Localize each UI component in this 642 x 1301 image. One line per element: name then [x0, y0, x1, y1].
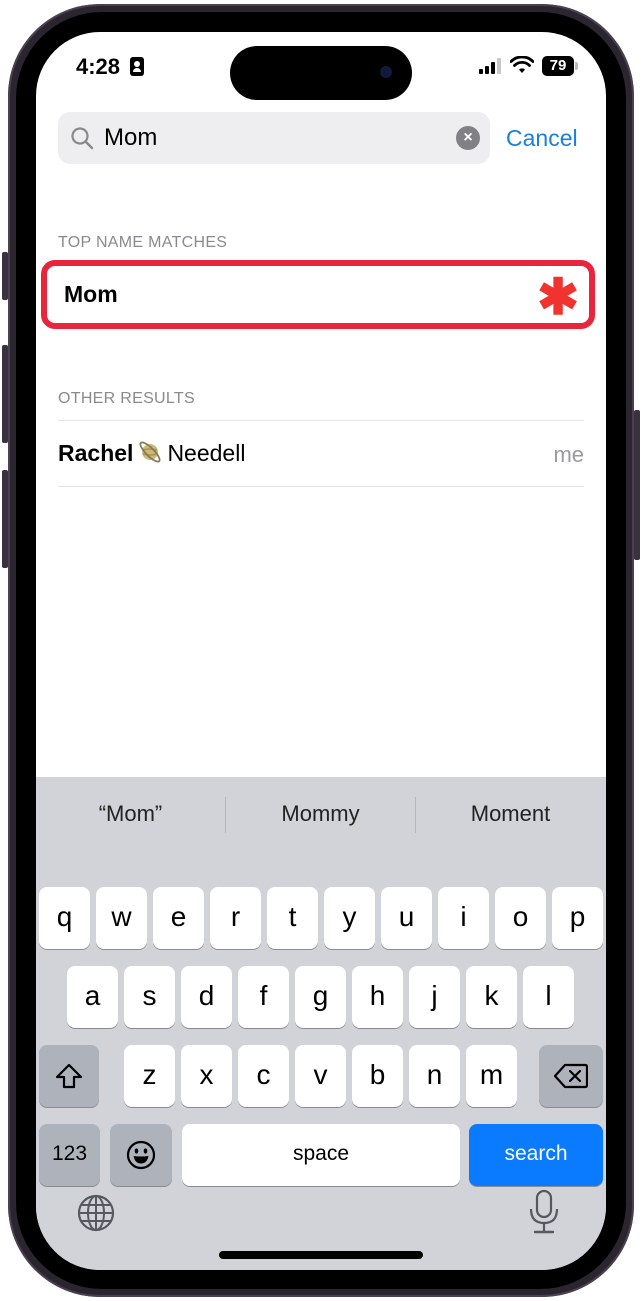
status-time: 4:28	[76, 54, 121, 79]
key-v[interactable]: v	[295, 1045, 346, 1107]
key-r[interactable]: r	[210, 887, 261, 949]
battery-icon: 79	[542, 56, 574, 76]
top-match-row[interactable]: Mom ✱	[41, 260, 595, 329]
key-h[interactable]: h	[352, 966, 403, 1028]
result-row[interactable]: Rachel Needell me	[58, 424, 584, 486]
key-x[interactable]: x	[181, 1045, 232, 1107]
shift-arrow-icon	[55, 1063, 83, 1089]
contact-name: Mom	[64, 281, 118, 307]
top-name-matches-header: TOP NAME MATCHES	[58, 234, 228, 251]
key-s[interactable]: s	[124, 966, 175, 1028]
key-f[interactable]: f	[238, 966, 289, 1028]
side-power-button	[634, 410, 640, 560]
divider	[58, 486, 584, 487]
key-c[interactable]: c	[238, 1045, 289, 1107]
key-n[interactable]: n	[409, 1045, 460, 1107]
microphone-icon[interactable]	[526, 1189, 562, 1235]
key-g[interactable]: g	[295, 966, 346, 1028]
key-d[interactable]: d	[181, 966, 232, 1028]
suggestion-item[interactable]: “Mom”	[36, 777, 225, 849]
xmark-circle-icon: ×	[463, 129, 473, 146]
key-e[interactable]: e	[153, 887, 204, 949]
key-m[interactable]: m	[466, 1045, 517, 1107]
key-p[interactable]: p	[552, 887, 603, 949]
shift-key[interactable]	[39, 1045, 99, 1107]
key-k[interactable]: k	[466, 966, 517, 1028]
keyboard: “Mom” Mommy Moment qwertyuiop asdfghjkl …	[36, 777, 606, 1270]
key-j[interactable]: j	[409, 966, 460, 1028]
contact-last-name: Needell	[167, 440, 246, 466]
key-a[interactable]: a	[67, 966, 118, 1028]
search-bar[interactable]: ×	[58, 112, 490, 164]
asterisk-icon: ✱	[537, 269, 579, 325]
ringed-planet-icon	[137, 428, 163, 463]
emoji-key[interactable]	[110, 1124, 172, 1186]
key-w[interactable]: w	[96, 887, 147, 949]
magnifying-glass-icon	[71, 127, 94, 150]
key-o[interactable]: o	[495, 887, 546, 949]
dynamic-island	[230, 46, 412, 100]
key-q[interactable]: q	[39, 887, 90, 949]
space-key[interactable]: space	[182, 1124, 460, 1186]
home-indicator[interactable]	[219, 1251, 423, 1259]
emoji-face-icon	[126, 1140, 156, 1170]
key-t[interactable]: t	[267, 887, 318, 949]
delete-backspace-icon	[553, 1063, 589, 1089]
contact-first-name: Rachel	[58, 440, 134, 466]
delete-key[interactable]	[539, 1045, 603, 1107]
action-button	[2, 252, 8, 300]
key-y[interactable]: y	[324, 887, 375, 949]
volume-up-button	[2, 345, 8, 443]
contact-card-icon	[130, 57, 144, 76]
clear-search-button[interactable]: ×	[456, 126, 480, 150]
divider	[58, 420, 584, 421]
key-l[interactable]: l	[523, 966, 574, 1028]
screen: 4:28 79 × Cancel TOP NAME MA	[36, 32, 606, 1270]
other-results-header: OTHER RESULTS	[58, 390, 195, 407]
cellular-signal-icon	[479, 58, 503, 74]
search-key[interactable]: search	[469, 1124, 603, 1186]
numbers-key[interactable]: 123	[39, 1124, 100, 1186]
suggestion-item[interactable]: Moment	[416, 777, 605, 849]
key-i[interactable]: i	[438, 887, 489, 949]
battery-percent: 79	[549, 57, 567, 74]
front-camera-icon	[380, 66, 392, 78]
volume-down-button	[2, 470, 8, 568]
cancel-button[interactable]: Cancel	[506, 112, 578, 164]
suggestion-item[interactable]: Mommy	[226, 777, 415, 849]
status-bar: 4:28 79	[36, 32, 606, 102]
contact-name: Rachel Needell	[58, 424, 245, 482]
search-input[interactable]	[104, 112, 434, 164]
globe-icon[interactable]	[76, 1193, 116, 1233]
key-z[interactable]: z	[124, 1045, 175, 1107]
wifi-icon	[510, 56, 534, 73]
battery-tip	[575, 62, 578, 70]
suggestion-bar: “Mom” Mommy Moment	[36, 777, 606, 849]
key-b[interactable]: b	[352, 1045, 403, 1107]
me-tag: me	[553, 442, 584, 467]
key-u[interactable]: u	[381, 887, 432, 949]
